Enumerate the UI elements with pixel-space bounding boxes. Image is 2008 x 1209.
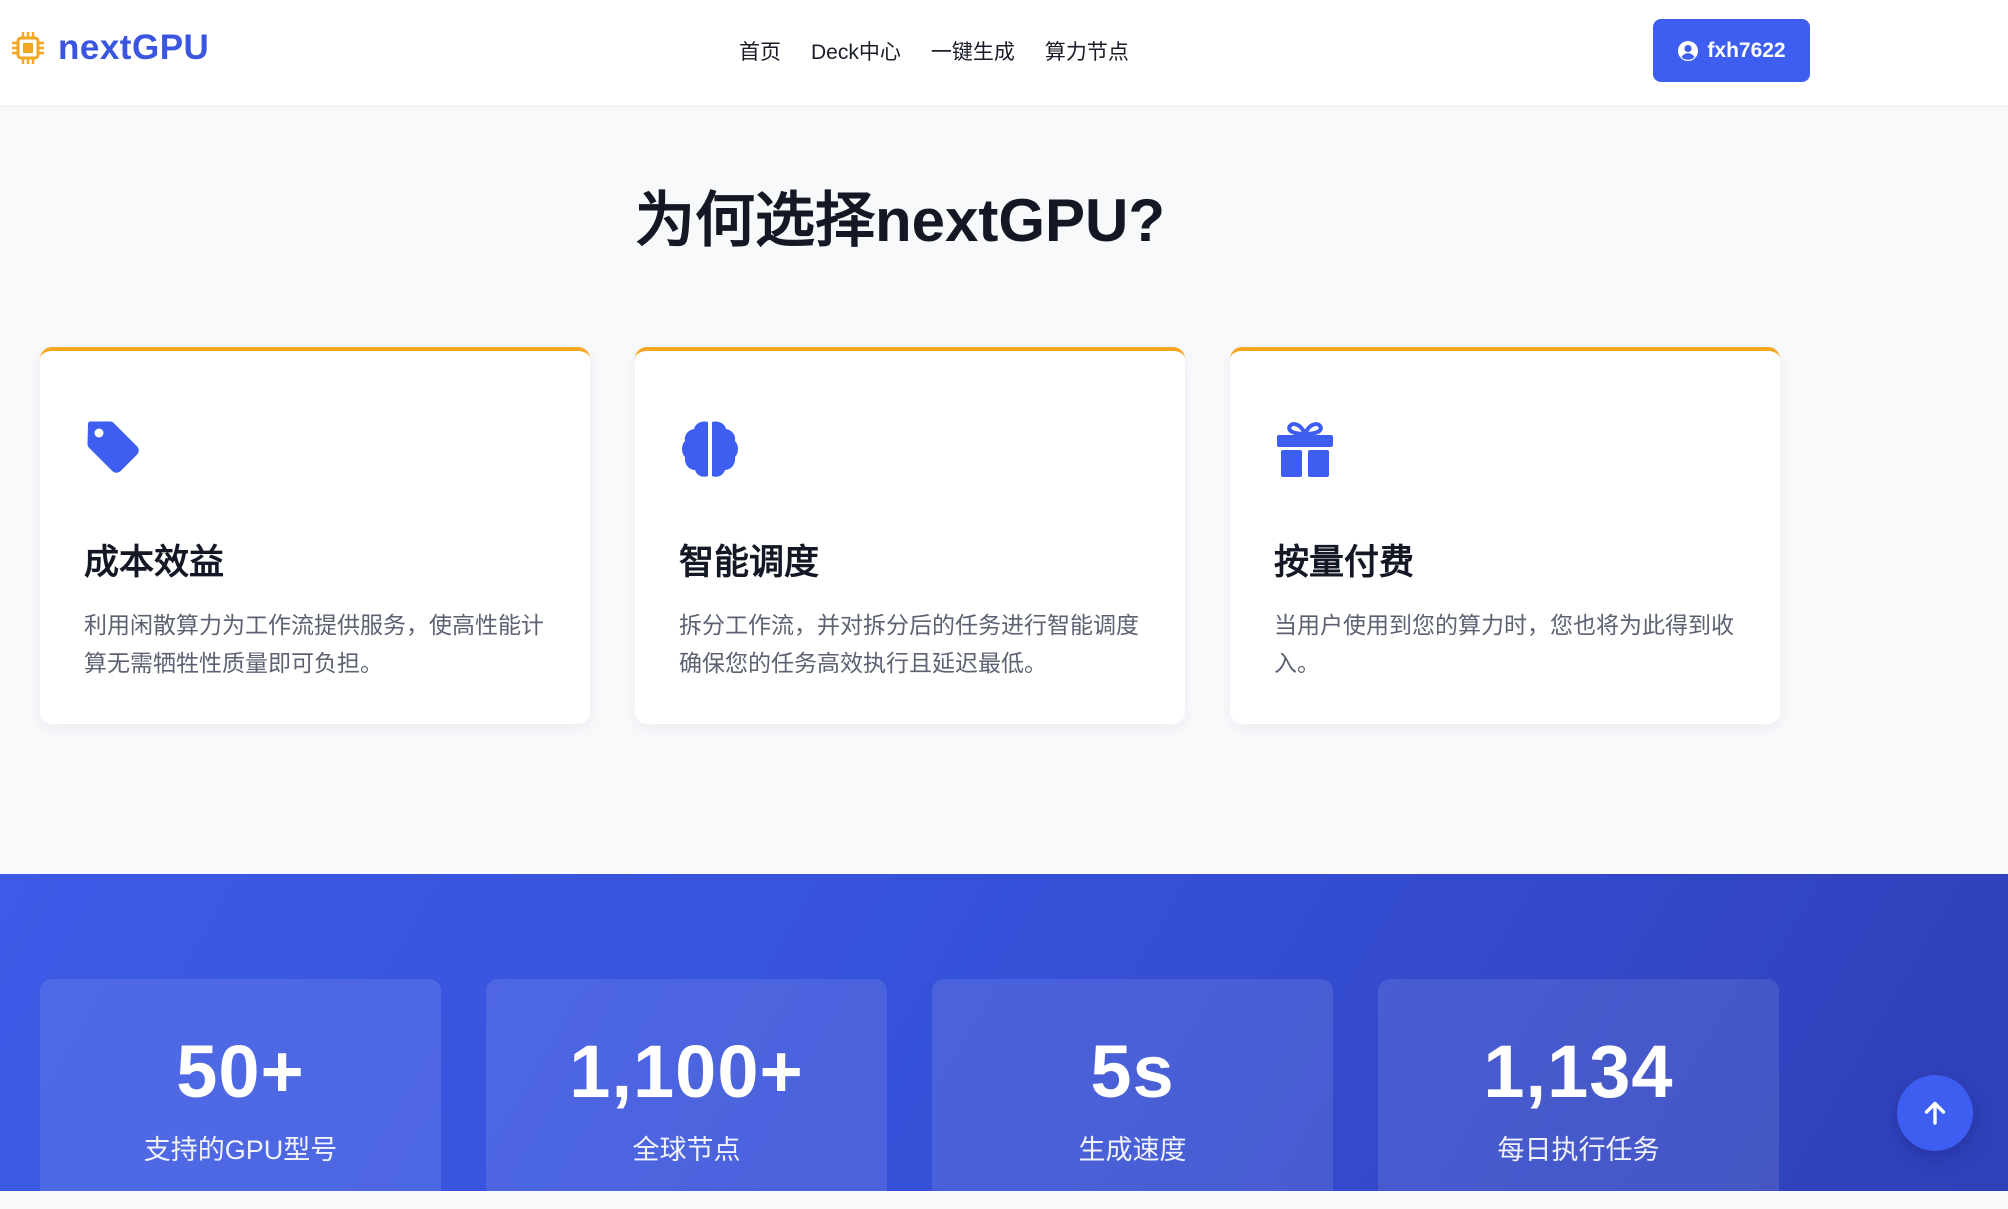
username-label: fxh7622 [1707,38,1786,62]
stat-label: 支持的GPU型号 [143,1135,338,1165]
brain-icon [682,421,738,477]
user-account-button[interactable]: fxh7622 [1653,19,1810,82]
nav-deck-center[interactable]: Deck中心 [811,36,901,66]
logo-text: nextGPU [58,28,210,67]
logo[interactable]: nextGPU [10,28,209,68]
stat-value: 50+ [176,1030,305,1113]
stat-value: 5s [1090,1030,1175,1113]
stats-section: 50+ 支持的GPU型号 1,100+ 全球节点 5s 生成速度 1,134 每… [0,874,2008,1209]
stat-card: 5s 生成速度 [932,979,1333,1209]
feature-description: 利用闲散算力为工作流提供服务，使高性能计算无需牺牲性质量即可负担。 [84,612,544,676]
feature-description: 拆分工作流，并对拆分后的任务进行智能调度确保您的任务高效执行且延迟最低。 [679,612,1139,676]
nav-compute-nodes[interactable]: 算力节点 [1045,36,1129,66]
chip-icon [12,32,44,64]
feature-card-scheduling: 智能调度 拆分工作流，并对拆分后的任务进行智能调度确保您的任务高效执行且延迟最低… [635,347,1185,724]
nav-home[interactable]: 首页 [739,36,781,66]
scroll-to-top-button[interactable] [1897,1075,1973,1151]
arrow-up-icon [1924,1101,1946,1125]
stat-card: 1,100+ 全球节点 [486,979,887,1209]
nav-one-click-generate[interactable]: 一键生成 [931,36,1015,66]
stat-card: 50+ 支持的GPU型号 [40,979,441,1209]
gift-icon [1277,422,1333,477]
stat-value: 1,100+ [569,1030,804,1113]
user-circle-icon [1678,40,1699,61]
top-header: nextGPU 首页 Deck中心 一键生成 算力节点 fxh7622 [0,0,2008,105]
stat-label: 全球节点 [632,1135,741,1165]
stat-label: 每日执行任务 [1497,1135,1660,1165]
feature-title: 按量付费 [1274,543,1415,582]
stat-label: 生成速度 [1078,1135,1187,1165]
feature-title: 成本效益 [84,543,225,582]
tag-icon [87,421,139,473]
feature-title: 智能调度 [679,543,820,582]
feature-card-cost: 成本效益 利用闲散算力为工作流提供服务，使高性能计算无需牺牲性质量即可负担。 [40,347,590,724]
section-title: 为何选择nextGPU? [634,187,1166,254]
stat-value: 1,134 [1483,1030,1674,1113]
main-nav: 首页 Deck中心 一键生成 算力节点 [739,36,1159,66]
feature-description: 当用户使用到您的算力时，您也将为此得到收入。 [1274,612,1734,676]
stat-card: 1,134 每日执行任务 [1378,979,1779,1209]
feature-card-payg: 按量付费 当用户使用到您的算力时，您也将为此得到收入。 [1230,347,1780,724]
